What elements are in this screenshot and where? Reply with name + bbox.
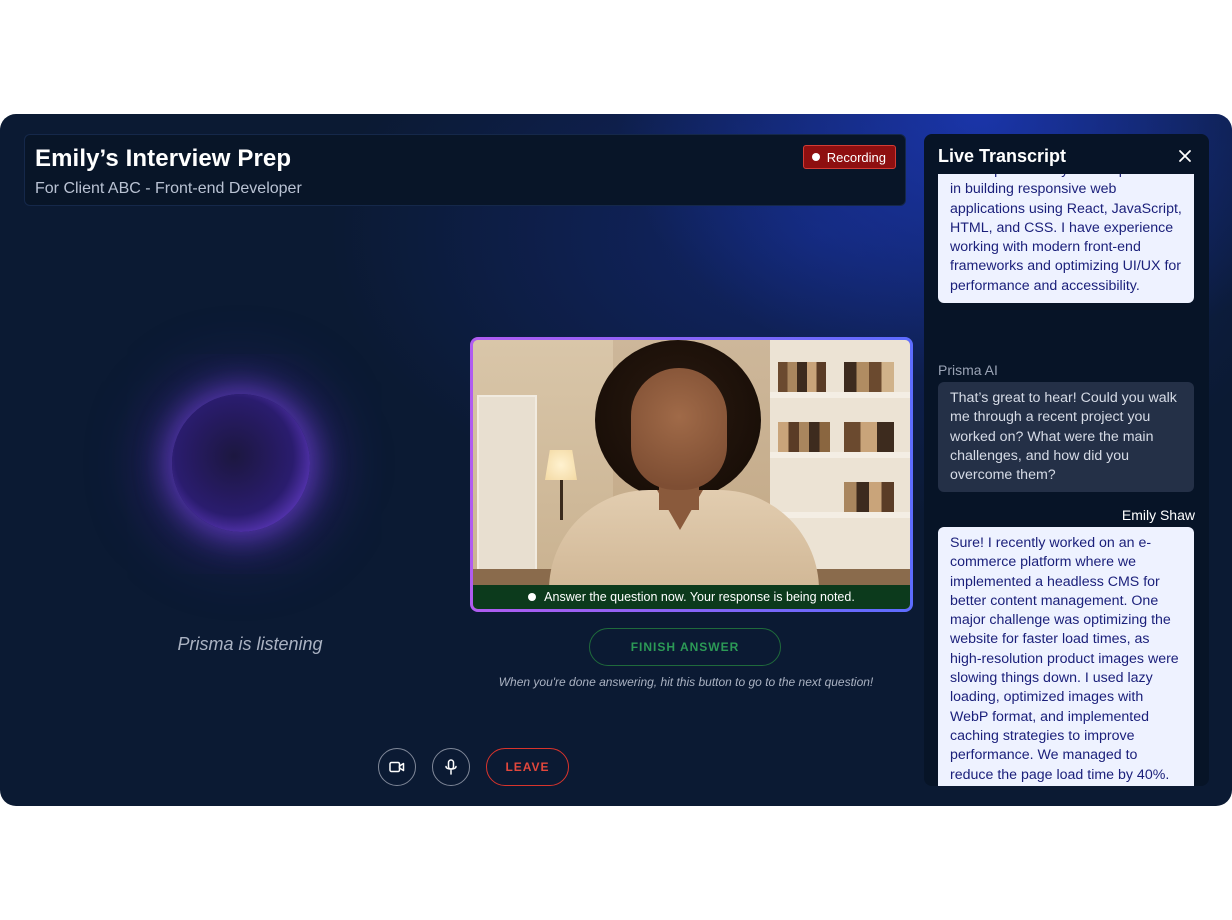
message-speaker: Emily Shaw xyxy=(1121,507,1195,523)
live-transcript-panel: Live Transcript for the past three years… xyxy=(924,134,1209,786)
books xyxy=(778,422,830,452)
leave-button[interactable]: LEAVE xyxy=(486,748,569,786)
assistant-status: Prisma is listening xyxy=(177,634,323,654)
finish-answer-button[interactable]: FINISH ANSWER xyxy=(589,628,781,666)
transcript-message-user: for the past three years. I specialize i… xyxy=(938,174,1194,304)
bookshelf-left xyxy=(477,395,537,589)
shelf-plank xyxy=(770,452,910,458)
books xyxy=(844,422,894,452)
books xyxy=(778,362,826,392)
session-header: Emily’s Interview Prep For Client ABC - … xyxy=(24,134,906,206)
transcript-message-ai: That’s great to hear! Could you walk me … xyxy=(938,382,1194,493)
interview-app: Emily’s Interview Prep For Client ABC - … xyxy=(0,114,1232,806)
transcript-title: Live Transcript xyxy=(938,146,1067,166)
page-subtitle: For Client ABC - Front-end Developer xyxy=(35,180,302,197)
message-speaker: Prisma AI xyxy=(938,362,998,378)
camera-preview: Answer the question now. Your response i… xyxy=(470,337,913,612)
video-caption-text: Answer the question now. Your response i… xyxy=(544,590,855,604)
video-caption-bar: Answer the question now. Your response i… xyxy=(473,585,910,609)
shelf-plank xyxy=(770,512,910,518)
recording-label: Recording xyxy=(826,149,886,165)
camera-feed: Answer the question now. Your response i… xyxy=(473,340,910,609)
recording-badge: Recording xyxy=(802,145,896,169)
video-camera-icon xyxy=(389,761,405,773)
person-face xyxy=(631,368,727,490)
finish-answer-hint: When you're done answering, hit this but… xyxy=(498,675,874,689)
transcript-message-user: Sure! I recently worked on an e-commerce… xyxy=(938,527,1194,786)
assistant-orb xyxy=(172,394,310,532)
books xyxy=(844,482,894,512)
lamp-stem xyxy=(560,480,563,520)
close-icon[interactable] xyxy=(1177,148,1193,164)
caption-dot-icon xyxy=(528,593,537,601)
microphone-icon xyxy=(445,759,457,775)
shelf-plank xyxy=(770,392,910,398)
camera-toggle-button[interactable] xyxy=(378,748,416,786)
microphone-toggle-button[interactable] xyxy=(432,748,470,786)
transcript-messages[interactable]: for the past three years. I specialize i… xyxy=(924,174,1209,786)
lamp xyxy=(545,450,577,480)
page-title: Emily’s Interview Prep xyxy=(35,145,292,172)
recording-dot-icon xyxy=(811,153,820,161)
books xyxy=(844,362,894,392)
